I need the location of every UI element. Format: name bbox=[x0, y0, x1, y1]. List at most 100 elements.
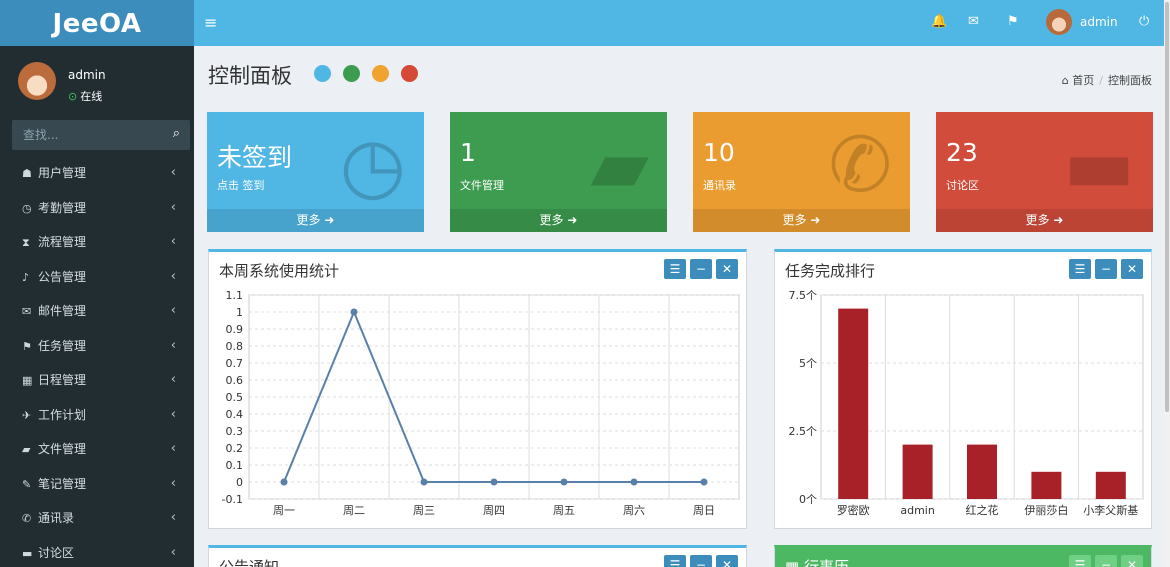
sidebar-item-label: 讨论区 bbox=[38, 545, 75, 560]
list-button[interactable]: ☰ bbox=[664, 259, 686, 279]
stat-box[interactable]: 未签到 点击 签到 ◷ 更多 ➜ bbox=[207, 112, 424, 232]
stat-box[interactable]: 10 通讯录 ✆ 更多 ➜ bbox=[693, 112, 910, 232]
close-button[interactable]: ✕ bbox=[1121, 555, 1143, 567]
search-input[interactable] bbox=[12, 120, 162, 150]
more-link[interactable]: 更多 ➜ bbox=[450, 209, 667, 232]
breadcrumb: ⌂ 首页 / 控制面板 bbox=[1061, 74, 1152, 87]
close-button[interactable]: ✕ bbox=[716, 259, 738, 279]
sidebar-item-label: 流程管理 bbox=[38, 235, 87, 249]
collapse-button[interactable]: − bbox=[690, 555, 712, 567]
stat-box[interactable]: 23 讨论区 ▬ 更多 ➜ bbox=[936, 112, 1153, 232]
user-menu[interactable]: admin bbox=[1046, 9, 1118, 35]
x-tick-label: 周一 bbox=[273, 504, 295, 517]
scrollbar[interactable] bbox=[1164, 0, 1170, 567]
close-button[interactable]: ✕ bbox=[1121, 259, 1143, 279]
sidebar-search: ⌕ bbox=[12, 120, 190, 150]
task-ranking-panel: 任务完成排行 ☰ − ✕ 7.5个 5个 2.5个 0个 罗密欧 admin 红之花 伊丽莎白 小李… bbox=[774, 249, 1152, 529]
sidebar-item-label: 邮件管理 bbox=[38, 304, 87, 318]
menu-toggle-icon[interactable]: ≡ bbox=[204, 13, 217, 32]
sidebar-item-10[interactable]: ✆ 通讯录 ‹ bbox=[0, 501, 194, 536]
bell-icon[interactable]: 🔔 bbox=[931, 14, 947, 29]
chevron-left-icon: ‹ bbox=[170, 337, 176, 353]
avatar bbox=[18, 62, 56, 100]
breadcrumb-home[interactable]: 首页 bbox=[1072, 74, 1094, 87]
y-tick-label: 1 bbox=[236, 306, 243, 319]
bar bbox=[838, 308, 869, 499]
theme-color-dot[interactable] bbox=[343, 65, 360, 82]
sidebar-item-5[interactable]: ⚑ 任务管理 ‹ bbox=[0, 329, 194, 364]
list-button[interactable]: ☰ bbox=[664, 555, 686, 567]
chevron-left-icon: ‹ bbox=[170, 268, 176, 284]
arrow-right-icon: ➜ bbox=[324, 213, 335, 227]
more-link[interactable]: 更多 ➜ bbox=[207, 209, 424, 232]
sidebar-item-0[interactable]: ☗ 用户管理 ‹ bbox=[0, 156, 194, 191]
sidebar-item-3[interactable]: ♪ 公告管理 ‹ bbox=[0, 260, 194, 295]
users-icon: ☗ bbox=[22, 167, 32, 180]
list-button[interactable]: ☰ bbox=[1069, 259, 1091, 279]
x-tick-label: 周三 bbox=[413, 504, 435, 517]
more-link[interactable]: 更多 ➜ bbox=[936, 209, 1153, 232]
stat-box[interactable]: 1 文件管理 ▰ 更多 ➜ bbox=[450, 112, 667, 232]
sidebar-item-9[interactable]: ✎ 笔记管理 ‹ bbox=[0, 467, 194, 502]
y-tick-label: 7.5个 bbox=[789, 289, 818, 302]
chevron-left-icon: ‹ bbox=[170, 165, 176, 180]
scrollbar-thumb[interactable] bbox=[1165, 2, 1169, 412]
calendar-icon: ▦ bbox=[22, 374, 33, 387]
y-tick-label: 0.1 bbox=[226, 459, 244, 472]
more-link[interactable]: 更多 ➜ bbox=[693, 209, 910, 232]
phone-icon: ✆ bbox=[828, 120, 892, 209]
home-icon[interactable]: ⌂ bbox=[1062, 74, 1069, 87]
chevron-left-icon: ‹ bbox=[170, 372, 176, 387]
sidebar-item-11[interactable]: ▬ 讨论区 ‹ bbox=[0, 536, 194, 567]
y-tick-label: 0.3 bbox=[226, 425, 244, 438]
phone-icon: ✆ bbox=[22, 512, 32, 525]
schedule-panel: ▦ 行事历 ☰ − ✕ bbox=[774, 545, 1152, 567]
data-point bbox=[420, 478, 428, 486]
search-icon[interactable]: ⌕ bbox=[173, 126, 180, 141]
stat-label: 文件管理 bbox=[460, 179, 504, 192]
app-logo[interactable]: JeeOA bbox=[0, 0, 194, 46]
data-point bbox=[350, 308, 358, 316]
clock-icon: ◷ bbox=[22, 201, 32, 215]
y-tick-label: 0.8 bbox=[226, 340, 244, 353]
chevron-left-icon: ‹ bbox=[170, 303, 176, 318]
sidebar-item-8[interactable]: ▰ 文件管理 ‹ bbox=[0, 432, 194, 467]
top-navbar: ≡ 🔔 ✉ ⚑ admin ⏻ bbox=[194, 0, 1164, 46]
user-panel: admin ⊙ 在线 bbox=[0, 46, 194, 116]
theme-color-dot[interactable] bbox=[314, 65, 331, 82]
collapse-button[interactable]: − bbox=[1095, 259, 1117, 279]
sidebar-item-7[interactable]: ✈ 工作计划 ‹ bbox=[0, 398, 194, 433]
power-icon[interactable]: ⏻ bbox=[1139, 14, 1149, 29]
list-button[interactable]: ☰ bbox=[1069, 555, 1091, 567]
stat-label: 点击 签到 bbox=[217, 179, 265, 192]
folder-icon: ▰ bbox=[22, 443, 31, 456]
y-tick-label: 0 bbox=[236, 476, 243, 489]
collapse-button[interactable]: − bbox=[690, 259, 712, 279]
data-point bbox=[700, 478, 708, 486]
data-point bbox=[490, 478, 498, 486]
x-tick-label: admin bbox=[900, 504, 934, 517]
stat-value: 10 bbox=[703, 138, 735, 167]
y-tick-label: 0.4 bbox=[226, 408, 244, 421]
bar bbox=[1031, 471, 1062, 499]
data-point bbox=[560, 478, 568, 486]
chevron-left-icon: ‹ bbox=[170, 544, 176, 560]
sidebar-item-4[interactable]: ✉ 邮件管理 ‹ bbox=[0, 294, 194, 329]
theme-color-dot[interactable] bbox=[372, 65, 389, 82]
stat-label: 通讯录 bbox=[703, 179, 736, 192]
chevron-left-icon: ‹ bbox=[170, 475, 176, 491]
sidebar: admin ⊙在线 ⌕ ☗ 用户管理 ‹ ◷ 考勤管理 ‹ ⧗ 流程管理 ‹ ♪ 公告管理 ‹ ✉ 邮件管… bbox=[0, 46, 194, 567]
collapse-button[interactable]: − bbox=[1095, 555, 1117, 567]
sidebar-item-2[interactable]: ⧗ 流程管理 ‹ bbox=[0, 225, 194, 260]
bell-icon: ♪ bbox=[22, 270, 30, 284]
flag-icon[interactable]: ⚑ bbox=[1007, 14, 1019, 29]
close-button[interactable]: ✕ bbox=[716, 555, 738, 567]
mail-icon[interactable]: ✉ bbox=[968, 14, 979, 29]
sidebar-item-1[interactable]: ◷ 考勤管理 ‹ bbox=[0, 191, 194, 226]
user-status: ⊙ 在线 bbox=[68, 90, 103, 103]
theme-color-dot[interactable] bbox=[401, 65, 418, 82]
y-tick-label: 0.6 bbox=[226, 374, 244, 387]
x-tick-label: 罗密欧 bbox=[837, 503, 870, 517]
sidebar-item-6[interactable]: ▦ 日程管理 ‹ bbox=[0, 363, 194, 398]
x-tick-label: 周日 bbox=[693, 504, 715, 517]
